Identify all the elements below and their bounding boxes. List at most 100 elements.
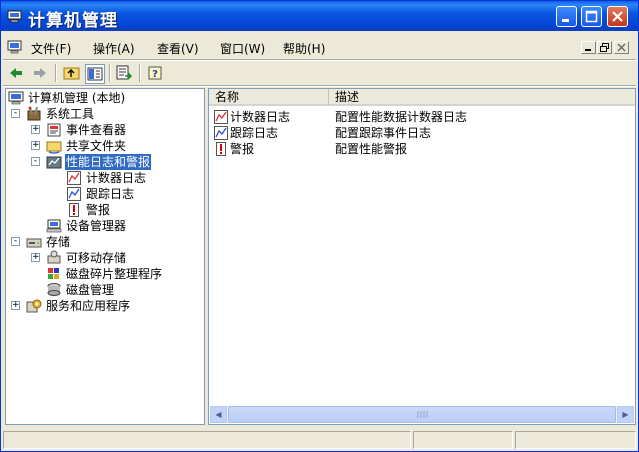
list-row[interactable]: 计数器日志 配置性能数据计数器日志 [209, 109, 629, 125]
row-name: 计数器日志 [230, 110, 291, 124]
close-icon [612, 11, 623, 22]
minimize-button[interactable] [556, 6, 577, 27]
services-applications-icon [26, 299, 42, 313]
perf-logs-icon [46, 156, 62, 169]
computer-icon [8, 91, 24, 105]
tree-label: 系统工具 [46, 107, 95, 121]
tree-label: 跟踪日志 [86, 187, 135, 201]
list-row[interactable]: 跟踪日志 配置跟踪事件日志 [209, 125, 629, 141]
row-name: 跟踪日志 [230, 126, 279, 140]
tree-label: 警报 [86, 203, 111, 217]
export-list-button[interactable] [115, 64, 133, 82]
mmc-document-icon[interactable] [7, 40, 23, 54]
menu-bar: 文件(F) 操作(A) 查看(V) 窗口(W) 帮助(H) [1, 35, 638, 59]
tree-label: 磁盘管理 [66, 283, 115, 297]
status-cell-main [3, 431, 411, 449]
help-button[interactable]: ? [147, 64, 165, 82]
row-description: 配置性能数据计数器日志 [335, 110, 468, 124]
computer-icon [7, 10, 22, 23]
list-row[interactable]: 警报 配置性能警报 [209, 141, 629, 157]
expand-toggle[interactable]: + [31, 141, 40, 150]
minimize-icon [585, 49, 591, 51]
back-button[interactable] [7, 64, 25, 82]
collapse-toggle[interactable]: - [31, 157, 40, 166]
forward-arrow-icon [34, 68, 46, 78]
tree-label: 磁盘碎片整理程序 [66, 267, 163, 281]
row-description: 配置性能警报 [335, 142, 408, 156]
row-description: 配置跟踪事件日志 [335, 126, 432, 140]
maximize-button[interactable] [581, 6, 602, 27]
status-bar [1, 429, 638, 451]
trace-log-icon [214, 126, 228, 140]
maximize-icon [585, 10, 598, 23]
export-list-icon [116, 65, 133, 80]
tree-label: 共享文件夹 [66, 139, 127, 153]
close-button[interactable] [607, 6, 628, 27]
tree-label: 存储 [46, 235, 71, 249]
toolbar-separator [55, 64, 57, 82]
tree-label-selected: 性能日志和警报 [65, 154, 152, 170]
computer-management-window: 计算机管理 文件(F) 操作(A) 查看(V) 窗口(W) 帮助(H) ? 计算… [0, 0, 639, 452]
menu-file[interactable]: 文件(F) [31, 40, 71, 57]
status-cell-3 [515, 431, 636, 449]
alert-icon [216, 142, 226, 156]
event-viewer-icon [47, 123, 61, 137]
mdi-restore-button[interactable] [597, 41, 612, 54]
help-icon: ? [148, 66, 162, 80]
scrollbar-thumb[interactable] [228, 406, 616, 423]
svg-text:?: ? [152, 69, 158, 80]
close-icon [617, 43, 626, 52]
up-folder-icon [63, 67, 80, 80]
mdi-minimize-button[interactable] [581, 41, 596, 54]
status-cell-2 [413, 431, 513, 449]
alert-icon [69, 203, 79, 217]
toolbar: ? [1, 60, 638, 86]
mdi-close-button[interactable] [614, 41, 629, 54]
forward-button[interactable] [31, 64, 49, 82]
tree-label: 计数器日志 [86, 171, 147, 185]
grip-icon [417, 411, 428, 418]
row-name: 警报 [230, 142, 255, 156]
tree-label: 计算机管理 (本地) [28, 91, 126, 105]
removable-storage-icon [47, 250, 61, 264]
disk-management-icon [47, 283, 61, 296]
column-header-name[interactable]: 名称 [209, 89, 329, 106]
column-header-description[interactable]: 描述 [329, 89, 635, 106]
horizontal-scrollbar[interactable]: ◀ ▶ [210, 406, 634, 423]
counter-log-icon [67, 171, 81, 185]
details-list[interactable]: 名称 描述 计数器日志 配置性能数据计数器日志 跟踪日志 配置跟踪事件日志 警报… [208, 88, 636, 425]
device-manager-icon [46, 219, 62, 233]
counter-log-icon [214, 110, 228, 124]
console-tree[interactable]: 计算机管理 (本地) - 系统工具 + 事件查看器 + 共享文件夹 - 性能日志… [5, 88, 205, 425]
system-tools-icon [27, 106, 41, 121]
menu-help[interactable]: 帮助(H) [283, 40, 325, 57]
window-title: 计算机管理 [28, 11, 118, 31]
scroll-left-button[interactable]: ◀ [210, 406, 227, 423]
tree-label: 设备管理器 [66, 219, 127, 233]
toolbar-separator-line [3, 85, 636, 87]
menu-action[interactable]: 操作(A) [93, 40, 135, 57]
tree-label: 可移动存储 [66, 251, 127, 265]
tree-label: 服务和应用程序 [46, 299, 131, 313]
back-arrow-icon [10, 68, 22, 78]
show-hide-tree-icon [87, 67, 103, 81]
up-one-level-button[interactable] [63, 64, 81, 82]
defrag-icon [48, 268, 59, 279]
trace-log-icon [67, 187, 81, 201]
restore-icon [600, 43, 609, 52]
menu-window[interactable]: 窗口(W) [220, 40, 265, 57]
expand-toggle[interactable]: + [11, 301, 20, 310]
expand-toggle[interactable]: + [31, 125, 40, 134]
tree-label: 事件查看器 [66, 123, 127, 137]
collapse-toggle[interactable]: - [11, 237, 20, 246]
storage-icon [26, 238, 42, 248]
toolbar-separator [139, 64, 141, 82]
expand-toggle[interactable]: + [31, 253, 40, 262]
show-hide-console-tree-button[interactable] [85, 64, 105, 84]
collapse-toggle[interactable]: - [11, 109, 20, 118]
toolbar-separator [109, 64, 111, 82]
menu-view[interactable]: 查看(V) [157, 40, 199, 57]
scroll-right-button[interactable]: ▶ [617, 406, 634, 423]
minimize-icon [562, 19, 569, 22]
title-bar[interactable]: 计算机管理 [1, 1, 638, 31]
